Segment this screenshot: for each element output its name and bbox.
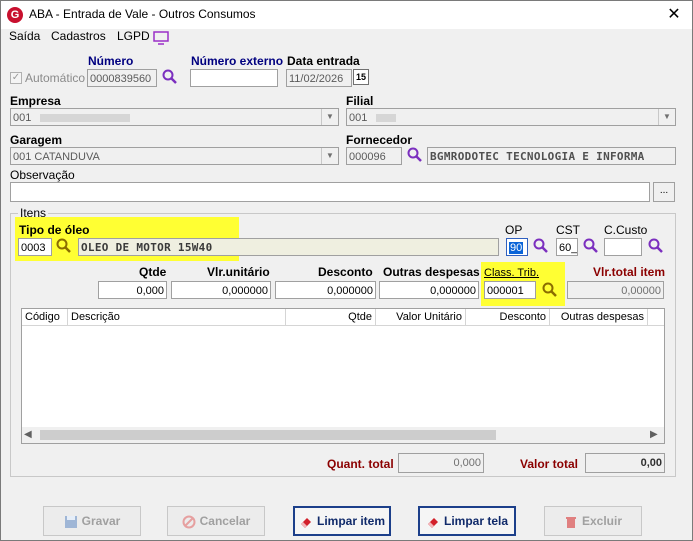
numero-label: Número	[88, 54, 134, 68]
data-entrada-field[interactable]: 11/02/2026	[286, 69, 352, 87]
empresa-label: Empresa	[10, 94, 61, 108]
close-button[interactable]: ✕	[662, 5, 686, 25]
cancel-icon	[182, 515, 196, 529]
tipo-oleo-search-icon[interactable]	[55, 237, 73, 255]
calendar-icon[interactable]: 15	[353, 69, 369, 85]
quant-total-label: Quant. total	[327, 457, 394, 471]
menu-bar: Saída Cadastros LGPD	[1, 29, 692, 49]
observacao-label: Observação	[10, 168, 75, 182]
menu-item-lgpd[interactable]: LGPD	[117, 29, 150, 43]
outras-despesas-field[interactable]: 0,000000	[379, 281, 479, 299]
empresa-combo[interactable]: 001 ▼	[10, 108, 339, 126]
tipo-oleo-code-field[interactable]: 0003	[18, 238, 52, 256]
cst-search-icon[interactable]	[582, 237, 600, 255]
chevron-down-icon[interactable]: ▼	[321, 109, 338, 125]
menu-item-saida[interactable]: Saída	[9, 29, 40, 43]
ccusto-field[interactable]	[604, 238, 642, 256]
scroll-left-icon[interactable]: ◀	[24, 427, 32, 443]
op-search-icon[interactable]	[532, 237, 550, 255]
class-trib-search-icon[interactable]	[541, 281, 559, 299]
outras-despesas-label: Outras despesas	[383, 265, 480, 279]
limpar-tela-label: Limpar tela	[443, 514, 509, 528]
tipo-oleo-label: Tipo de óleo	[19, 223, 90, 237]
class-trib-field[interactable]: 000001	[484, 281, 536, 299]
column-header-descricao[interactable]: Descrição	[68, 309, 286, 326]
title-bar: G ABA - Entrada de Vale - Outros Consumo…	[1, 1, 692, 29]
filial-value: 001	[349, 112, 368, 124]
column-header-outras-despesas[interactable]: Outras despesas	[550, 309, 648, 326]
vlr-total-field: 0,00000	[567, 281, 664, 299]
trash-icon	[565, 516, 576, 528]
monitor-icon[interactable]	[153, 31, 169, 45]
quant-total-field: 0,000	[398, 453, 484, 473]
observacao-field[interactable]	[10, 182, 650, 202]
chevron-down-icon[interactable]: ▼	[658, 109, 675, 125]
fornecedor-code-field[interactable]: 000096	[346, 147, 402, 165]
column-header-filler	[648, 309, 664, 326]
data-entrada-label: Data entrada	[287, 54, 360, 68]
items-table[interactable]: Código Descrição Qtde Valor Unitário Des…	[21, 308, 665, 444]
column-header-codigo[interactable]: Código	[22, 309, 68, 326]
ccusto-search-icon[interactable]	[647, 237, 665, 255]
chevron-down-icon[interactable]: ▼	[321, 148, 338, 164]
filial-combo[interactable]: 001 ▼	[346, 108, 676, 126]
cst-label: CST	[556, 223, 580, 237]
excluir-label: Excluir	[581, 514, 623, 528]
scrollbar-thumb[interactable]	[40, 430, 496, 440]
automatico-checkbox[interactable]: ✓	[10, 72, 22, 84]
save-icon	[64, 515, 77, 528]
automatico-label: Automático	[25, 71, 86, 85]
column-header-desconto[interactable]: Desconto	[466, 309, 550, 326]
cst-field[interactable]: 60_	[556, 238, 578, 256]
eraser-icon	[300, 517, 311, 528]
qtde-field[interactable]: 0,000	[98, 281, 167, 299]
garagem-value: 001 CATANDUVA	[13, 151, 100, 163]
op-value: 90	[509, 242, 524, 254]
numero-externo-field[interactable]	[190, 69, 278, 87]
main-window: G ABA - Entrada de Vale - Outros Consumo…	[0, 0, 693, 541]
limpar-item-label: Limpar item	[316, 514, 385, 528]
class-trib-label: Class. Trib.	[484, 267, 540, 279]
fornecedor-search-icon[interactable]	[406, 146, 424, 164]
op-field[interactable]: 90	[506, 238, 528, 256]
numero-search-icon[interactable]	[161, 68, 179, 86]
empresa-value: 001	[13, 112, 32, 124]
fornecedor-label: Fornecedor	[346, 133, 413, 147]
filial-label: Filial	[346, 94, 374, 108]
vlr-total-label: Vlr.total item	[593, 265, 666, 279]
cancelar-button[interactable]: Cancelar	[167, 506, 265, 536]
redacted-block	[40, 114, 131, 123]
limpar-tela-button[interactable]: Limpar tela	[418, 506, 516, 536]
eraser-icon	[427, 517, 438, 528]
menu-item-cadastros[interactable]: Cadastros	[51, 29, 106, 43]
op-label: OP	[505, 223, 523, 237]
cancelar-label: Cancelar	[199, 514, 251, 528]
column-header-qtde[interactable]: Qtde	[286, 309, 376, 326]
limpar-item-button[interactable]: Limpar item	[293, 506, 391, 536]
garagem-combo[interactable]: 001 CATANDUVA ▼	[10, 147, 339, 165]
tipo-oleo-name-field: OLEO DE MOTOR 15W40	[78, 238, 499, 256]
valor-total-label: Valor total	[520, 457, 579, 471]
excluir-button[interactable]: Excluir	[544, 506, 642, 536]
garagem-label: Garagem	[10, 133, 63, 147]
ccusto-label: C.Custo	[604, 223, 648, 237]
window-title: ABA - Entrada de Vale - Outros Consumos	[29, 7, 256, 21]
app-logo-icon: G	[7, 7, 23, 23]
column-header-valor-unitario[interactable]: Valor Unitário	[376, 309, 466, 326]
gravar-label: Gravar	[81, 514, 121, 528]
gravar-button[interactable]: Gravar	[43, 506, 141, 536]
numero-field[interactable]: 0000839560	[87, 69, 157, 87]
horizontal-scrollbar[interactable]: ◀ ▶	[22, 427, 664, 443]
scroll-right-icon[interactable]: ▶	[650, 427, 658, 443]
numero-externo-label: Número externo	[191, 54, 284, 68]
redacted-block	[376, 114, 397, 123]
qtde-label: Qtde	[139, 265, 167, 279]
desconto-label: Desconto	[318, 265, 373, 279]
observacao-expand-button[interactable]: ...	[653, 182, 675, 202]
vlr-unitario-label: Vlr.unitário	[207, 265, 270, 279]
vlr-unitario-field[interactable]: 0,000000	[171, 281, 271, 299]
fornecedor-name-field: BGMRODOTEC TECNOLOGIA E INFORMA	[427, 147, 676, 165]
desconto-field[interactable]: 0,000000	[275, 281, 376, 299]
valor-total-field: 0,00	[585, 453, 665, 473]
